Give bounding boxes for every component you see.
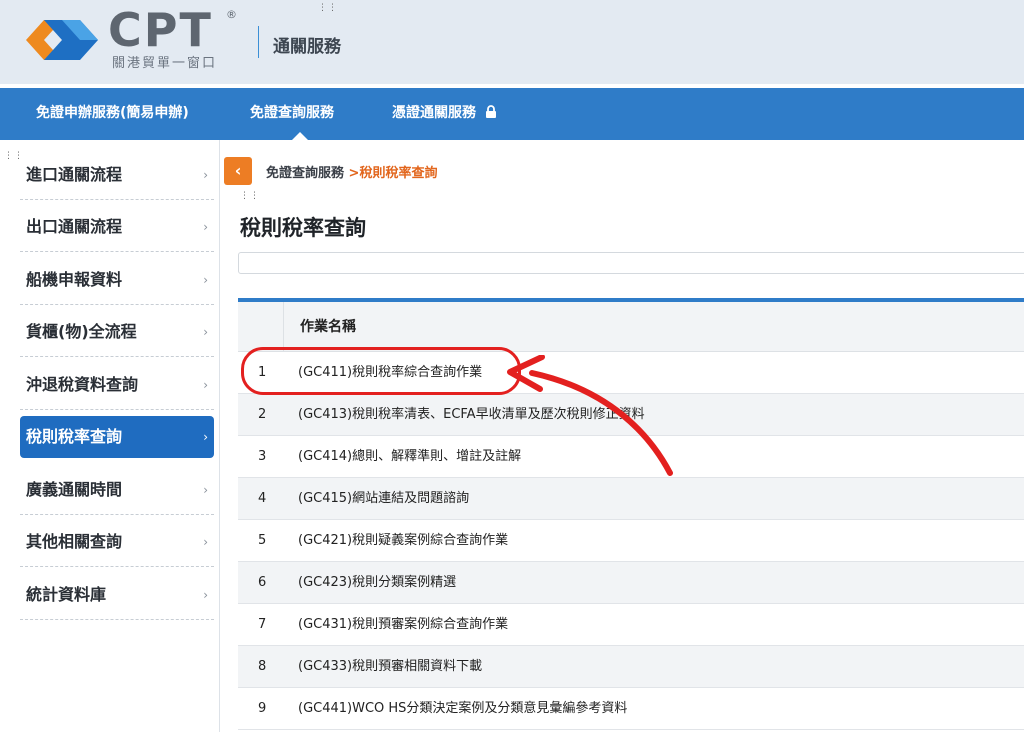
row-index: 6 (258, 575, 267, 590)
chevron-right-icon: › (203, 220, 208, 234)
chevron-right-icon: › (203, 168, 208, 182)
sidebar-item-tariff-query[interactable]: 稅則稅率查詢 › (20, 416, 214, 458)
row-index: 5 (258, 533, 267, 548)
row-index: 3 (258, 449, 267, 464)
sidebar: ⋮⋮ 進口通關流程 › 出口通關流程 › 船機申報資料 › 貨櫃(物)全流程 ›… (0, 140, 220, 732)
sidebar-item-label: 廣義通關時間 (26, 480, 123, 499)
chevron-right-icon: › (203, 273, 208, 287)
header-divider (258, 26, 259, 58)
task-link[interactable]: (GC423)稅則分類案例精選 (298, 562, 456, 604)
registered-mark: ® (226, 8, 237, 21)
task-link[interactable]: (GC421)稅則疑義案例綜合查詢作業 (298, 520, 508, 562)
chevron-right-icon: › (203, 430, 208, 444)
row-index: 8 (258, 659, 267, 674)
sidebar-item-clearance-time[interactable]: 廣義通關時間 › (20, 465, 214, 515)
row-index: 2 (258, 407, 267, 422)
sidebar-item-label: 貨櫃(物)全流程 (26, 322, 137, 341)
task-name-column-header: 作業名稱 (300, 319, 356, 335)
page-title: 稅則稅率查詢 (240, 216, 366, 240)
table-row[interactable]: 8 (GC433)稅則預審相關資料下載 (238, 646, 1024, 688)
task-link[interactable]: (GC441)WCO HS分類決定案例及分類意見彙編參考資料 (298, 688, 627, 730)
chevron-right-icon: › (203, 378, 208, 392)
sidebar-item-label: 統計資料庫 (26, 585, 107, 604)
filter-bar[interactable] (238, 252, 1024, 274)
nav-item-label: 免證查詢服務 (250, 105, 334, 121)
sidebar-item-export-flow[interactable]: 出口通關流程 › (20, 202, 214, 252)
nav-item-label: 憑證通關服務 (392, 105, 476, 121)
lock-icon (485, 105, 496, 118)
collapse-sidebar-button[interactable]: ‹ (224, 157, 252, 185)
row-index: 7 (258, 617, 267, 632)
chevron-right-icon: › (203, 588, 208, 602)
cpt-logo-icon[interactable] (22, 12, 104, 68)
chevron-left-icon: ‹ (234, 161, 242, 180)
nav-item-simple-apply[interactable]: 免證申辦服務(簡易申辦) (36, 88, 189, 140)
chevron-right-icon: › (203, 325, 208, 339)
main-nav: 免證申辦服務(簡易申辦) 免證查詢服務 憑證通關服務 (0, 88, 1024, 140)
sidebar-item-import-flow[interactable]: 進口通關流程 › (20, 150, 214, 200)
sidebar-item-container-flow[interactable]: 貨櫃(物)全流程 › (20, 307, 214, 357)
sidebar-item-statistics-db[interactable]: 統計資料庫 › (20, 570, 214, 620)
pointer-arrow-icon (507, 355, 673, 476)
active-tab-indicator (292, 132, 308, 140)
task-link[interactable]: (GC433)稅則預審相關資料下載 (298, 646, 482, 688)
sidebar-item-label: 進口通關流程 (26, 165, 123, 184)
sidebar-item-other-query[interactable]: 其他相關查詢 › (20, 517, 214, 567)
breadcrumb-current: 稅則稅率查詢 (359, 166, 438, 181)
highlight-annotation (241, 347, 521, 395)
sidebar-item-label: 沖退稅資料查詢 (26, 375, 139, 394)
sidebar-item-label: 船機申報資料 (26, 270, 123, 289)
nav-item-cert-service[interactable]: 憑證通關服務 (392, 88, 497, 140)
site-header: CPT ® 關港貿單一窗口 ⋮⋮ 通關服務 (0, 0, 1024, 84)
chevron-right-icon: › (203, 535, 208, 549)
sidebar-item-vessel-report[interactable]: 船機申報資料 › (20, 255, 214, 305)
table-row[interactable]: 5 (GC421)稅則疑義案例綜合查詢作業 (238, 520, 1024, 562)
service-title: 通關服務 (273, 37, 341, 57)
breadcrumb-separator: > (344, 166, 360, 181)
grip-handle-icon: ⋮⋮ (318, 3, 338, 13)
table-row[interactable]: 6 (GC423)稅則分類案例精選 (238, 562, 1024, 604)
task-link[interactable]: (GC415)網站連結及問題諮詢 (298, 478, 469, 520)
logo-subtitle: 關港貿單一窗口 (112, 56, 218, 71)
task-link[interactable]: (GC414)總則、解釋準則、增註及註解 (298, 436, 521, 478)
sidebar-item-label: 其他相關查詢 (26, 532, 123, 551)
breadcrumb-parent-link[interactable]: 免證查詢服務 (266, 166, 344, 181)
chevron-right-icon: › (203, 483, 208, 497)
logo-text: CPT (108, 3, 213, 57)
row-index: 9 (258, 701, 267, 716)
row-index: 4 (258, 491, 267, 506)
table-row[interactable]: 7 (GC431)稅則預審案例綜合查詢作業 (238, 604, 1024, 646)
table-header: 作業名稱 (238, 302, 1024, 352)
table-row[interactable]: 9 (GC441)WCO HS分類決定案例及分類意見彙編參考資料 (238, 688, 1024, 730)
sidebar-item-label: 稅則稅率查詢 (26, 427, 123, 446)
nav-item-label: 免證申辦服務(簡易申辦) (36, 105, 189, 121)
sidebar-item-label: 出口通關流程 (26, 217, 123, 236)
breadcrumb: 免證查詢服務 >稅則稅率查詢 (266, 162, 437, 181)
index-column-header (238, 302, 284, 352)
grip-handle-icon: ⋮⋮ (240, 191, 260, 201)
sidebar-item-drawback-query[interactable]: 沖退稅資料查詢 › (20, 360, 214, 410)
task-link[interactable]: (GC431)稅則預審案例綜合查詢作業 (298, 604, 508, 646)
